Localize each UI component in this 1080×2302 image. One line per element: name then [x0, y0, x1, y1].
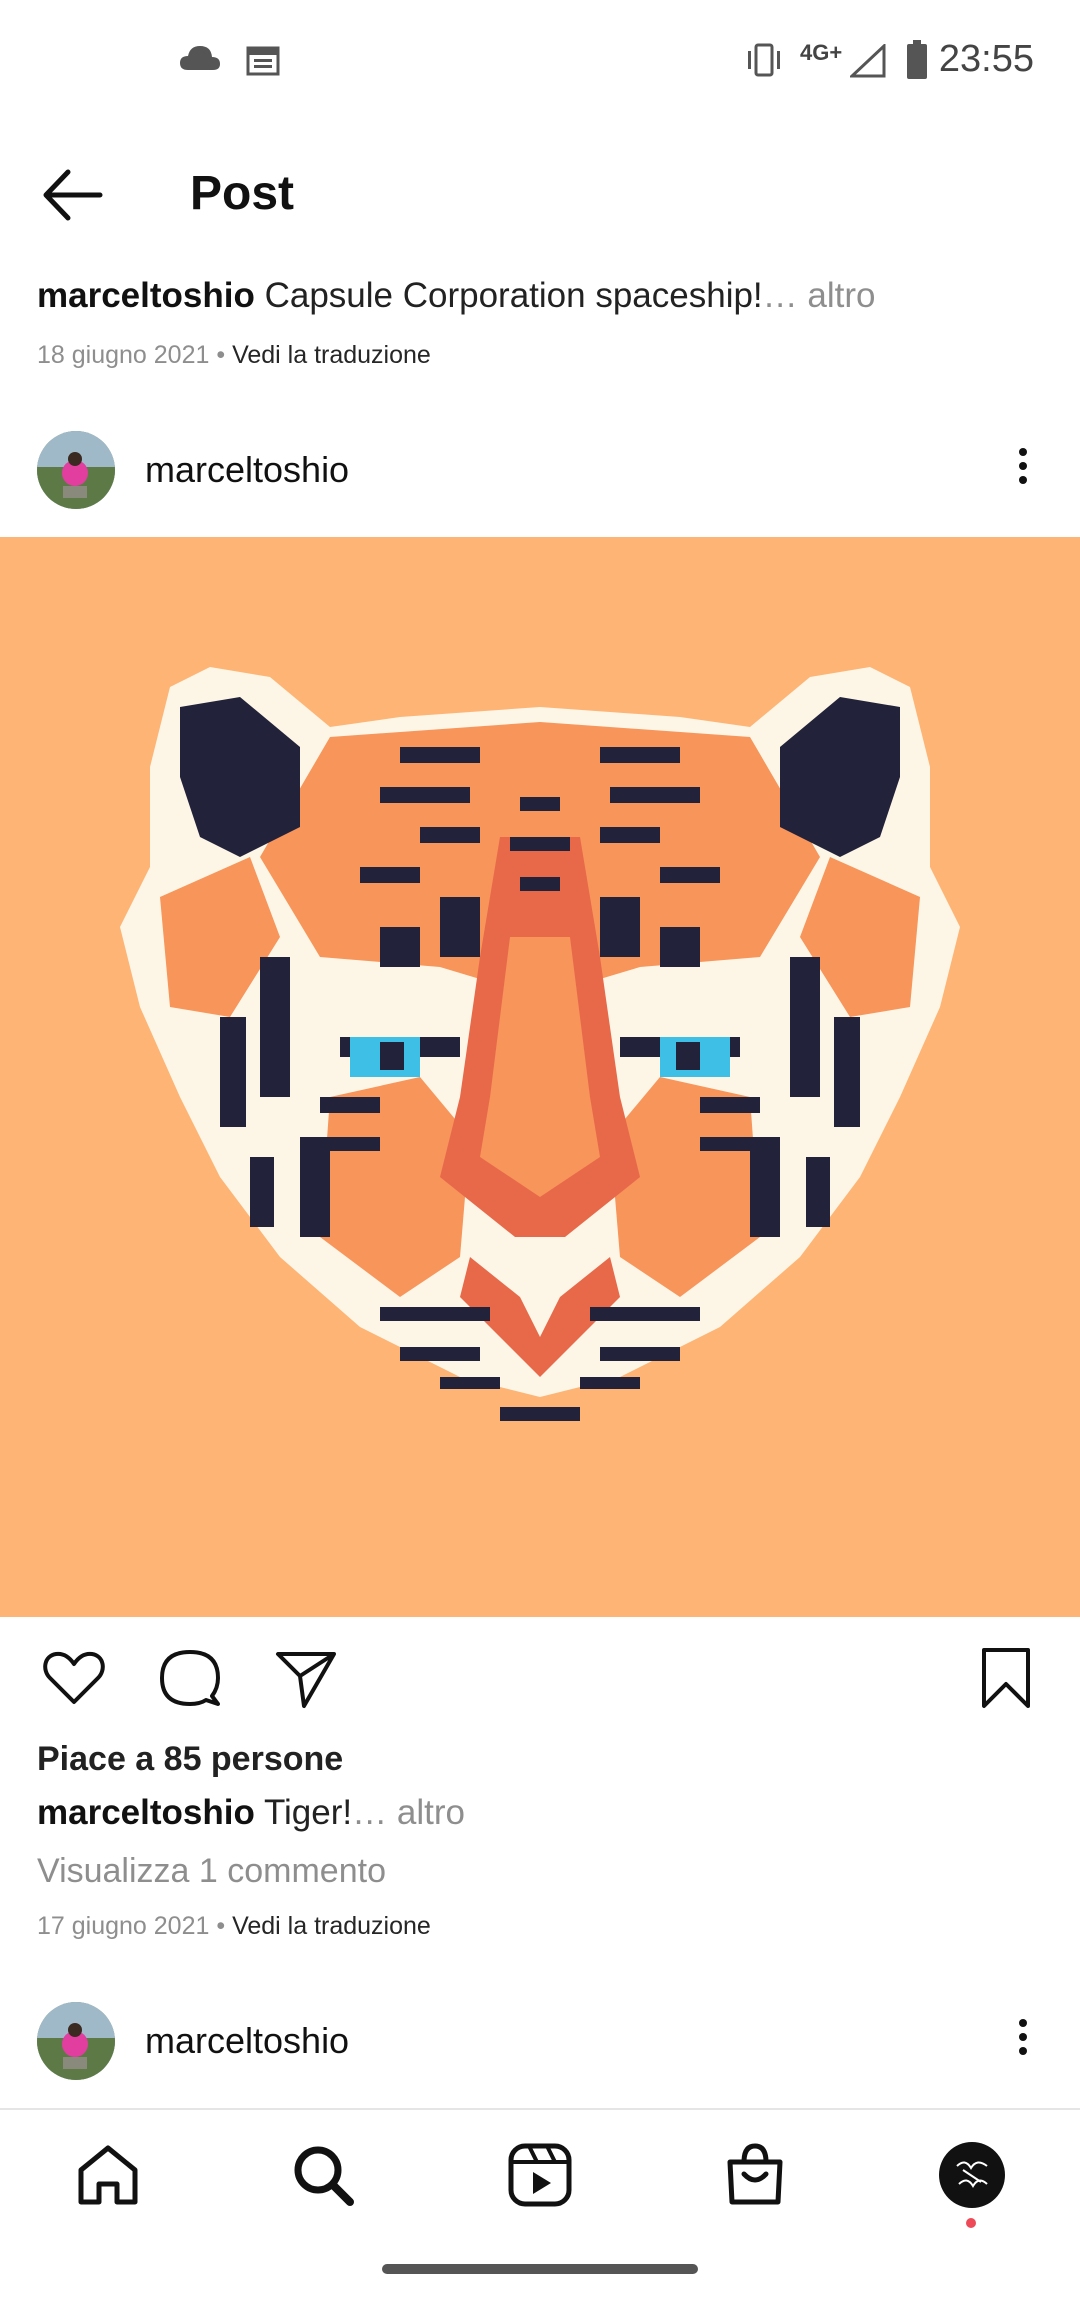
- separator: •: [216, 341, 226, 369]
- post-date: 17 giugno 2021: [37, 1912, 210, 1940]
- reels-icon: [508, 2143, 572, 2207]
- bookmark-icon: [982, 1648, 1030, 1708]
- separator: •: [216, 1912, 226, 1940]
- translate-link[interactable]: Vedi la traduzione: [232, 1912, 431, 1940]
- shop-icon: [727, 2143, 783, 2205]
- back-arrow-icon: [43, 169, 103, 221]
- home-icon: [78, 2145, 138, 2205]
- nav-reels[interactable]: [505, 2140, 575, 2210]
- post-meta: 17 giugno 2021 • Vedi la traduzione: [37, 1912, 431, 1941]
- clock: 23:55: [938, 38, 1034, 80]
- caption-username[interactable]: marceltoshio: [37, 276, 255, 315]
- comment-icon: [160, 1650, 220, 1706]
- more-link[interactable]: … altro: [352, 1793, 465, 1832]
- send-icon: [276, 1652, 336, 1708]
- caption-username[interactable]: marceltoshio: [37, 1793, 255, 1832]
- more-options-button[interactable]: [1003, 2013, 1043, 2073]
- network-type: 4G+: [800, 40, 843, 65]
- post-username[interactable]: marceltoshio: [145, 449, 349, 491]
- post-caption[interactable]: marceltoshio Tiger!… altro: [37, 1793, 465, 1833]
- more-options-button[interactable]: [1003, 442, 1043, 502]
- post-date: 18 giugno 2021: [37, 341, 210, 369]
- translate-link[interactable]: Vedi la traduzione: [232, 341, 431, 369]
- vibrate-icon: [748, 43, 780, 77]
- cloud-icon: [180, 46, 220, 70]
- nav-profile[interactable]: [937, 2140, 1007, 2210]
- avatar[interactable]: [37, 2002, 115, 2080]
- more-link[interactable]: … altro: [763, 276, 876, 315]
- like-button[interactable]: [42, 1646, 106, 1710]
- nav-shop[interactable]: [720, 2140, 790, 2210]
- battery-icon: [907, 40, 927, 79]
- view-comments-link[interactable]: Visualizza 1 commento: [37, 1852, 386, 1891]
- gesture-bar[interactable]: [382, 2264, 698, 2274]
- status-bar: 4G+ 23:55: [0, 0, 1080, 120]
- nav-search[interactable]: [288, 2140, 358, 2210]
- heart-icon: [43, 1651, 105, 1704]
- nav-home[interactable]: [73, 2140, 143, 2210]
- post-image[interactable]: [0, 537, 1080, 1617]
- previous-post-meta: 18 giugno 2021 • Vedi la traduzione: [37, 341, 431, 370]
- next-post-username[interactable]: marceltoshio: [145, 2020, 349, 2062]
- notification-dot: [966, 2218, 976, 2228]
- caption-text: Capsule Corporation spaceship!: [264, 276, 763, 315]
- calendar-icon: [246, 46, 280, 76]
- previous-post-caption[interactable]: marceltoshio Capsule Corporation spacesh…: [37, 276, 875, 316]
- caption-text: Tiger!: [263, 1793, 353, 1832]
- comment-button[interactable]: [158, 1646, 222, 1710]
- share-button[interactable]: [274, 1646, 338, 1710]
- signal-icon: [850, 44, 886, 78]
- search-icon: [294, 2146, 354, 2206]
- save-button[interactable]: [974, 1646, 1038, 1710]
- back-button[interactable]: [36, 160, 116, 230]
- likes-count[interactable]: Piace a 85 persone: [37, 1740, 343, 1779]
- avatar[interactable]: [37, 431, 115, 509]
- page-title: Post: [190, 167, 295, 220]
- profile-avatar: [939, 2142, 1005, 2208]
